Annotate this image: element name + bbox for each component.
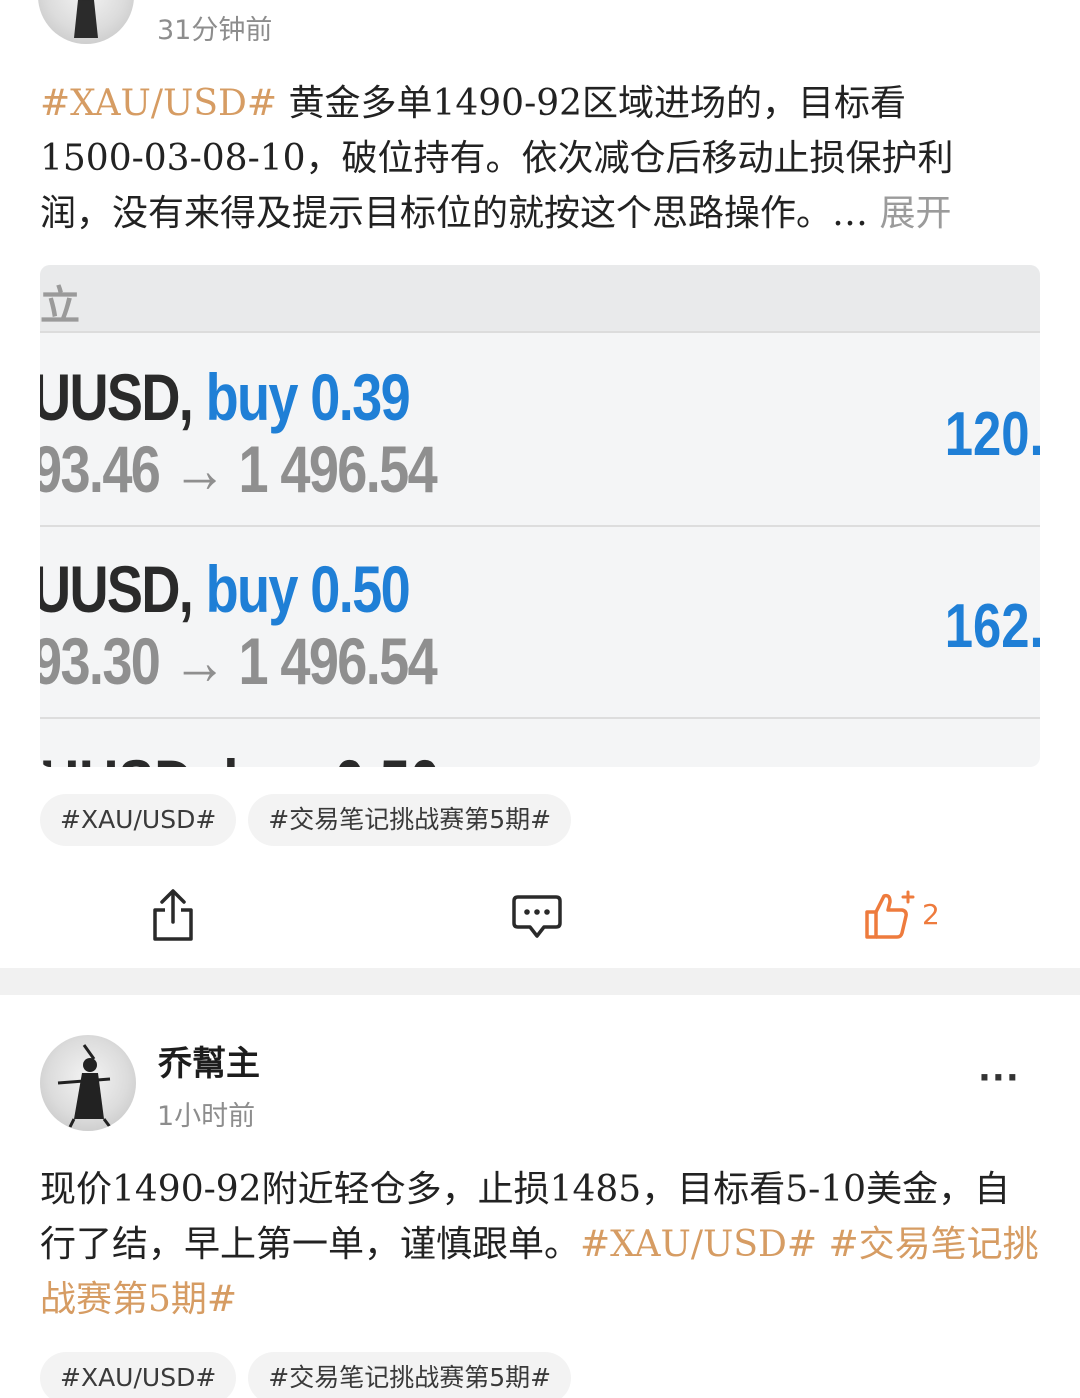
tag-list: #XAU/USD# #交易笔记挑战赛第5期# [40, 1352, 572, 1398]
comment-icon[interactable] [512, 894, 562, 944]
hashtag-link[interactable]: 战赛第5期# [40, 1279, 237, 1320]
trade-symbol: UUSD, buy 0.39 [40, 360, 411, 434]
avatar[interactable] [38, 0, 134, 44]
post-line-1: 现价1490-92附近轻仓多，止损1485，目标看5-10美金，自 [40, 1169, 1011, 1210]
like-icon[interactable] [864, 890, 916, 944]
avatar[interactable] [40, 1035, 136, 1131]
tag-chip[interactable]: #交易笔记挑战赛第5期# [248, 794, 572, 846]
trade-row: UUSD, buy 0.39 93.46 → 1 496.54 120. [40, 335, 1040, 527]
hashtag-link[interactable]: #XAU/USD# [40, 83, 277, 124]
post-card-1: 31分钟前 ··· #XAU/USD# 黄金多单1490-92区域进场的，目标看… [0, 0, 1080, 968]
post-line-3: 战赛第5期# [40, 1272, 1050, 1327]
more-icon[interactable]: ··· [978, 0, 1020, 10]
tag-chip[interactable]: #XAU/USD# [40, 794, 237, 846]
trade-row: UUSD, buy 0.50 93.30 → 1 496.54 162. [40, 527, 1040, 719]
post-image[interactable]: 立 UUSD, buy 0.39 93.46 → 1 496.54 120. U… [40, 265, 1040, 767]
post-time: 31分钟前 [157, 15, 273, 46]
post-line-2: 1500-03-08-10，破位持有。依次减仓后移动止损保护利 [40, 138, 954, 179]
avatar-figure-icon [57, 1044, 112, 1128]
post-time: 1小时前 [157, 1101, 256, 1132]
tag-chip[interactable]: #XAU/USD# [40, 1352, 237, 1398]
feed-divider [0, 968, 1080, 995]
author-name[interactable]: 乔幫主 [158, 1036, 260, 1085]
trade-profit: 120. [945, 400, 1040, 469]
trade-symbol: UUSD, buy 0.50 [40, 552, 411, 626]
post-line-3: 润，没有来得及提示目标位的就按这个思路操作。… 展开 [40, 193, 952, 234]
trade-prices: 93.30 → 1 496.54 [40, 624, 438, 698]
like-count: 2 [922, 898, 940, 931]
post-body: #XAU/USD# 黄金多单1490-92区域进场的，目标看 1500-03-0… [40, 76, 1050, 241]
more-icon[interactable]: ··· [978, 1058, 1020, 1098]
avatar-figure-icon [74, 0, 98, 38]
share-icon[interactable] [150, 888, 196, 946]
post-line-1: #XAU/USD# 黄金多单1490-92区域进场的，目标看 [40, 83, 907, 124]
trade-prices: 93.46 → 1 496.54 [40, 432, 438, 506]
hashtag-link[interactable]: #交易笔记挑 [817, 1224, 1038, 1265]
post-line-2: 行了结，早上第一单，谨慎跟单。#XAU/USD# #交易笔记挑 [40, 1224, 1039, 1265]
trade-profit: 162. [945, 592, 1040, 661]
trade-row-cut: UUSD, buy 0.50 [40, 745, 1040, 767]
tag-chip[interactable]: #交易笔记挑战赛第5期# [248, 1352, 572, 1398]
tag-list: #XAU/USD# #交易笔记挑战赛第5期# [40, 794, 572, 846]
image-header: 立 [40, 265, 1040, 333]
hashtag-link[interactable]: #XAU/USD# [580, 1224, 817, 1265]
expand-button[interactable]: 展开 [879, 193, 951, 234]
header-fragment: 立 [40, 283, 80, 329]
post-body: 现价1490-92附近轻仓多，止损1485，目标看5-10美金，自 行了结，早上… [40, 1162, 1050, 1327]
